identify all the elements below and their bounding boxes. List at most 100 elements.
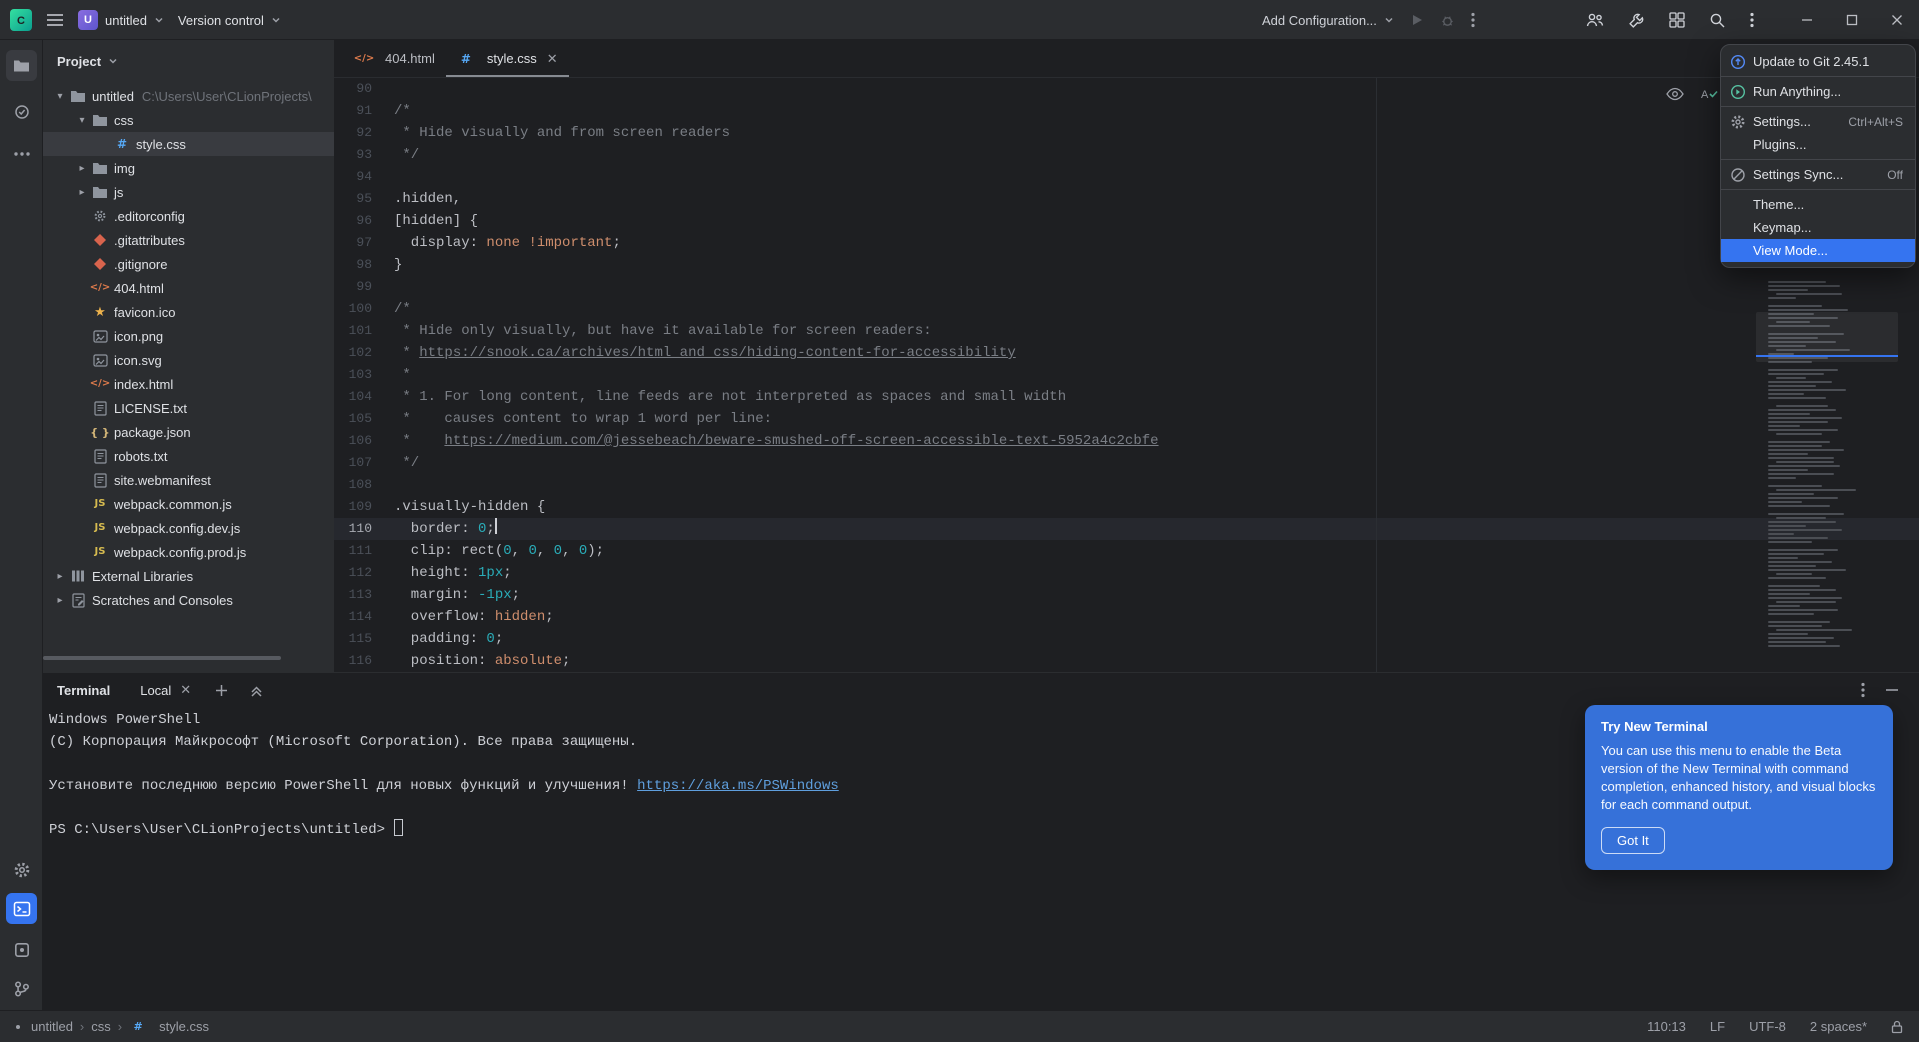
close-tab-icon[interactable]: ✕ [547, 51, 558, 67]
tree-item-.editorconfig[interactable]: .editorconfig [43, 204, 334, 228]
code-line-105[interactable]: 105 * causes content to wrap 1 word per … [334, 408, 1919, 430]
got-it-button[interactable]: Got It [1601, 827, 1665, 854]
tab-style-css[interactable]: # style.css ✕ [446, 40, 569, 77]
code-line-99[interactable]: 99 [334, 276, 1919, 298]
code-line-100[interactable]: 100/* [334, 298, 1919, 320]
project-panel-header[interactable]: Project [43, 40, 334, 82]
code-line-92[interactable]: 92 * Hide visually and from screen reade… [334, 122, 1919, 144]
terminal-tab-local[interactable]: Local ✕ [136, 673, 195, 707]
tree-item-.gitattributes[interactable]: .gitattributes [43, 228, 334, 252]
code-line-91[interactable]: 91/* [334, 100, 1919, 122]
chevron-right-icon[interactable]: ▸ [73, 187, 91, 198]
hide-terminal-icon[interactable] [1885, 684, 1899, 696]
menu-item-theme...[interactable]: Theme... [1721, 193, 1915, 216]
code-line-106[interactable]: 106 * https://medium.com/@jessebeach/bew… [334, 430, 1919, 452]
tree-item-favicon.ico[interactable]: ★favicon.ico [43, 300, 334, 324]
build-icon[interactable] [1628, 12, 1645, 29]
menu-item-settings...[interactable]: Settings...Ctrl+Alt+S [1721, 110, 1915, 133]
breadcrumb-item-style-css[interactable]: style.css [159, 1019, 209, 1034]
caret-position-widget[interactable]: 110:13 [1647, 1019, 1686, 1034]
chevron-down-icon[interactable]: ▾ [51, 91, 69, 102]
code-line-103[interactable]: 103 * [334, 364, 1919, 386]
code-line-115[interactable]: 115 padding: 0; [334, 628, 1919, 650]
run-configuration-selector[interactable]: Add Configuration... [1262, 13, 1394, 28]
more-run-actions-icon[interactable] [1471, 12, 1475, 28]
menu-item-settings-sync...[interactable]: Settings Sync...Off [1721, 163, 1915, 186]
menu-item-keymap...[interactable]: Keymap... [1721, 216, 1915, 239]
chevron-right-icon[interactable]: ▸ [73, 163, 91, 174]
vcs-widget[interactable]: Version control [178, 13, 281, 28]
tree-item-icon.svg[interactable]: icon.svg [43, 348, 334, 372]
tab-404-html[interactable]: </> 404.html [344, 40, 446, 77]
tree-item-site.webmanifest[interactable]: site.webmanifest [43, 468, 334, 492]
tree-item-package.json[interactable]: { }package.json [43, 420, 334, 444]
debug-button[interactable] [1440, 13, 1455, 28]
new-terminal-tab-icon[interactable] [215, 684, 228, 697]
tree-item-.gitignore[interactable]: .gitignore [43, 252, 334, 276]
menu-item-plugins...[interactable]: Plugins... [1721, 133, 1915, 156]
tree-item-404.html[interactable]: </>404.html [43, 276, 334, 300]
code-line-111[interactable]: 111 clip: rect(0, 0, 0, 0); [334, 540, 1919, 562]
tree-item-icon.png[interactable]: icon.png [43, 324, 334, 348]
indent-widget[interactable]: 2 spaces* [1810, 1019, 1867, 1034]
tree-item-robots.txt[interactable]: robots.txt [43, 444, 334, 468]
code-line-114[interactable]: 114 overflow: hidden; [334, 606, 1919, 628]
code-line-107[interactable]: 107 */ [334, 452, 1919, 474]
encoding-widget[interactable]: UTF-8 [1749, 1019, 1786, 1034]
code-line-95[interactable]: 95.hidden, [334, 188, 1919, 210]
highlighting-level-eye-icon[interactable] [1666, 87, 1684, 101]
code-line-104[interactable]: 104 * 1. For long content, line feeds ar… [334, 386, 1919, 408]
code-line-93[interactable]: 93 */ [334, 144, 1919, 166]
code-line-102[interactable]: 102 * https://snook.ca/archives/html_and… [334, 342, 1919, 364]
code-line-113[interactable]: 113 margin: -1px; [334, 584, 1919, 606]
commit-tool-window-button[interactable] [6, 96, 37, 127]
terminal-options-kebab-icon[interactable] [1861, 682, 1865, 698]
code-line-98[interactable]: 98} [334, 254, 1919, 276]
tree-item-css[interactable]: ▾css [43, 108, 334, 132]
code-line-97[interactable]: 97 display: none !important; [334, 232, 1919, 254]
line-separator-widget[interactable]: LF [1710, 1019, 1725, 1034]
terminal-link[interactable]: https://aka.ms/PSWindows [637, 778, 839, 794]
tree-item-untitled[interactable]: ▾untitledC:\Users\User\CLionProjects\ [43, 84, 334, 108]
code-with-me-icon[interactable] [1586, 12, 1604, 28]
tree-item-scratches-and-consoles[interactable]: ▸Scratches and Consoles [43, 588, 334, 612]
code-line-96[interactable]: 96[hidden] { [334, 210, 1919, 232]
terminal-tool-window-button[interactable] [6, 893, 37, 924]
services-tool-window-button[interactable] [6, 934, 37, 965]
git-tool-window-button[interactable] [6, 973, 37, 1004]
code-line-112[interactable]: 112 height: 1px; [334, 562, 1919, 584]
menu-item-update-to-git-2.45.1[interactable]: Update to Git 2.45.1 [1721, 50, 1915, 73]
main-menu-icon[interactable] [46, 13, 64, 27]
maximize-terminal-icon[interactable] [250, 684, 263, 697]
breadcrumb-item-untitled[interactable]: untitled [31, 1019, 73, 1034]
menu-item-run-anything...[interactable]: Run Anything... [1721, 80, 1915, 103]
tree-item-webpack.config.dev.js[interactable]: JSwebpack.config.dev.js [43, 516, 334, 540]
chevron-right-icon[interactable]: ▸ [51, 595, 69, 606]
tree-item-external-libraries[interactable]: ▸External Libraries [43, 564, 334, 588]
settings-button[interactable] [6, 854, 37, 885]
horizontal-scrollbar-thumb[interactable] [43, 656, 281, 660]
menu-item-view-mode...[interactable]: View Mode... [1721, 239, 1915, 262]
more-actions-kebab-icon[interactable] [1750, 12, 1754, 28]
window-minimize-button[interactable] [1784, 0, 1829, 40]
breadcrumb-item-css[interactable]: css [91, 1019, 111, 1034]
code-line-94[interactable]: 94 [334, 166, 1919, 188]
tree-item-style.css[interactable]: #style.css [43, 132, 334, 156]
search-everywhere-icon[interactable] [1709, 12, 1726, 29]
tree-item-webpack.common.js[interactable]: JSwebpack.common.js [43, 492, 334, 516]
code-line-109[interactable]: 109.visually-hidden { [334, 496, 1919, 518]
window-close-button[interactable] [1874, 0, 1919, 40]
window-maximize-button[interactable] [1829, 0, 1874, 40]
readonly-lock-icon[interactable] [1891, 1020, 1903, 1034]
code-line-110[interactable]: 110 border: 0; [334, 518, 1919, 540]
code-editor[interactable]: 9091/*92 * Hide visually and from screen… [334, 78, 1919, 672]
tool-windows-icon[interactable] [1669, 12, 1685, 28]
project-tool-window-button[interactable] [6, 50, 37, 81]
tree-item-js[interactable]: ▸js [43, 180, 334, 204]
tree-item-webpack.config.prod.js[interactable]: JSwebpack.config.prod.js [43, 540, 334, 564]
tree-item-license.txt[interactable]: LICENSE.txt [43, 396, 334, 420]
tree-item-index.html[interactable]: </>index.html [43, 372, 334, 396]
project-selector[interactable]: U untitled [78, 10, 164, 30]
chevron-down-icon[interactable]: ▾ [73, 115, 91, 126]
code-line-101[interactable]: 101 * Hide only visually, but have it av… [334, 320, 1919, 342]
